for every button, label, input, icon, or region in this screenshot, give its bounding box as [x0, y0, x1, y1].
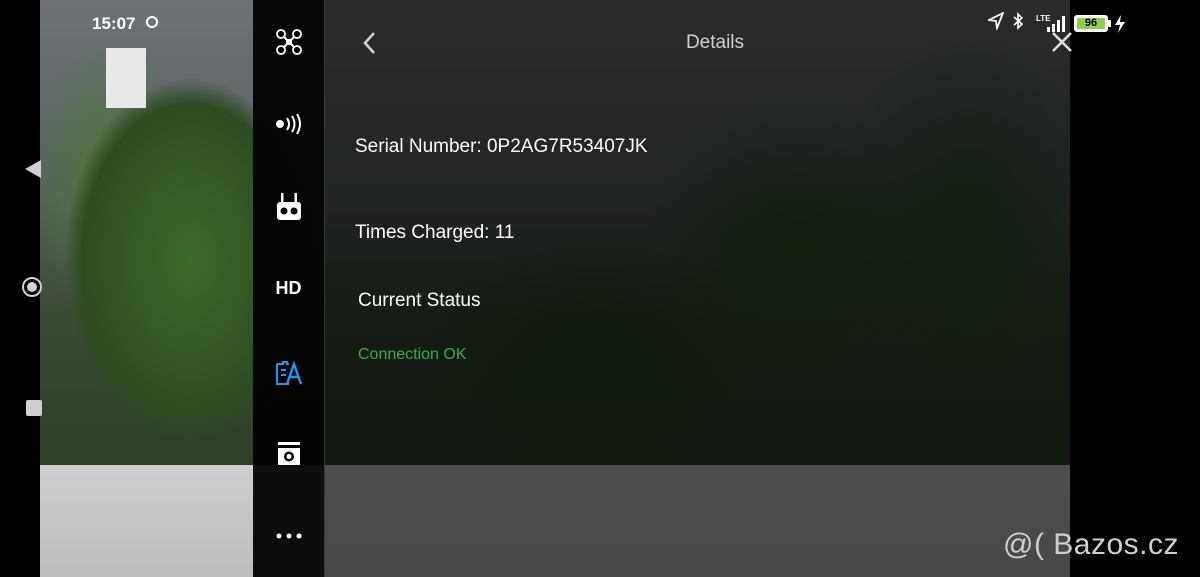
signal-icon — [275, 114, 301, 134]
current-status-label: Current Status — [358, 290, 481, 311]
serial-number: Serial Number: 0P2AG7R53407JK — [355, 136, 648, 157]
nav-recent-icon[interactable] — [26, 400, 42, 416]
menu-item-signal[interactable] — [253, 104, 324, 144]
menu-item-battery[interactable] — [253, 352, 324, 392]
battery-status-icon: 96 — [1074, 15, 1108, 32]
location-icon — [988, 12, 1004, 30]
battery-icon — [275, 360, 302, 385]
right-margin — [1070, 0, 1200, 577]
battery-level: 96 — [1084, 17, 1098, 29]
nav-home-icon[interactable] — [22, 277, 42, 297]
nav-back-icon[interactable] — [25, 160, 41, 178]
android-nav-bar — [0, 0, 42, 577]
panel-overlay — [253, 0, 1070, 577]
camera-feed — [40, 0, 1070, 577]
menu-item-aircraft[interactable] — [253, 22, 324, 62]
menu-item-remote[interactable] — [253, 188, 324, 228]
battery-nub — [1108, 20, 1111, 27]
page-title: Details — [685, 32, 745, 53]
status-time: 15:07 — [92, 14, 136, 33]
back-icon[interactable] — [360, 30, 380, 56]
bluetooth-icon — [1013, 12, 1024, 30]
charging-icon — [1115, 15, 1125, 33]
menu-item-camera[interactable] — [253, 434, 324, 474]
camera-icon — [277, 442, 300, 465]
side-menu: HD — [253, 0, 325, 577]
watermark: @( Bazos.cz — [1003, 528, 1179, 561]
remote-controller-icon — [276, 193, 301, 220]
menu-item-hd[interactable]: HD — [253, 268, 324, 308]
sync-icon — [146, 16, 158, 28]
times-charged: Times Charged: 11 — [355, 222, 515, 243]
close-icon[interactable] — [1050, 30, 1074, 54]
current-status-value: Connection OK — [358, 346, 467, 363]
more-icon — [276, 533, 301, 539]
drone-icon — [275, 29, 302, 55]
hd-label: HD — [275, 277, 302, 298]
menu-item-more[interactable] — [253, 516, 324, 556]
camera-building — [106, 48, 146, 108]
